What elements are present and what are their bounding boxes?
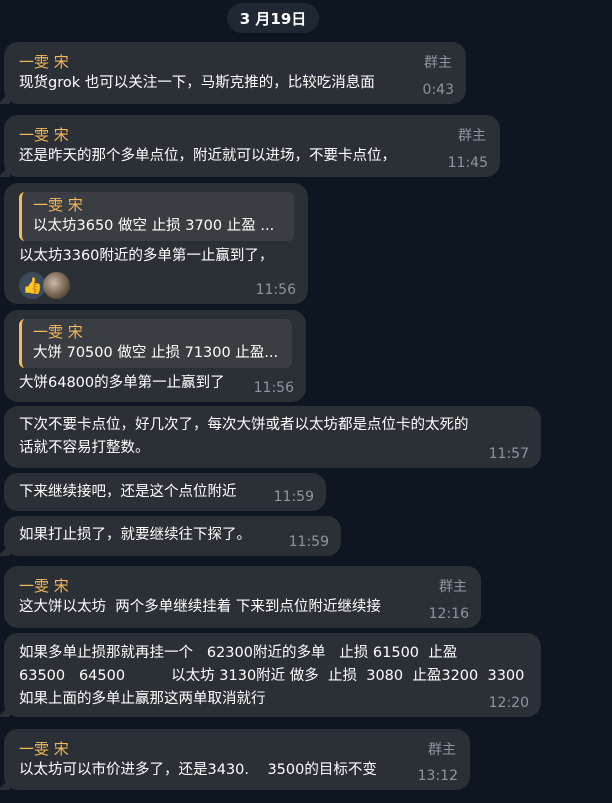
message-time: 12:20 <box>488 695 529 711</box>
message-bubble[interactable]: 如果多单止损那就再挂一个 62300附近的多单 止损 61500 止盈 6350… <box>4 633 541 717</box>
message-text: 这大饼以太坊 两个多单继续挂着 下来到点位附近继续接 <box>19 599 381 615</box>
message-time: 11:56 <box>255 282 296 298</box>
message-bubble[interactable]: 一雯 宋 大饼 70500 做空 止损 71300 止盈... 大饼64800的… <box>4 310 306 402</box>
sender-name[interactable]: 一雯 宋 <box>19 739 456 759</box>
message-bubble[interactable]: 一雯 宋 以太坊3650 做空 止损 3700 止盈 ... 以太坊3360附近… <box>4 183 308 304</box>
message-text: 还是昨天的那个多单点位，附近就可以进场，不要卡点位， <box>19 148 396 164</box>
message-bubble[interactable]: 一雯 宋 群主 以太坊可以市价进多了，还是3430. 3500的目标不变 13:… <box>4 729 470 790</box>
message-text: 现货grok 也可以关注一下，马斯克推的，比较吃消息面 <box>19 75 375 91</box>
thumbs-up-reaction-icon[interactable]: 👍 <box>19 272 46 299</box>
reply-quote[interactable]: 一雯 宋 大饼 70500 做空 止损 71300 止盈... <box>19 319 292 368</box>
admin-badge: 群主 <box>439 579 467 595</box>
message-time: 13:12 <box>417 768 458 784</box>
admin-badge: 群主 <box>428 742 456 758</box>
admin-badge: 群主 <box>458 128 486 144</box>
quote-text: 以太坊3650 做空 止损 3700 止盈 ... <box>33 218 275 234</box>
message-time: 11:45 <box>447 155 488 171</box>
reply-quote[interactable]: 一雯 宋 以太坊3650 做空 止损 3700 止盈 ... <box>19 192 294 241</box>
message-bubble[interactable]: 下来继续接吧，还是这个点位附近 11:59 <box>4 473 326 511</box>
message-time: 12:16 <box>428 606 469 622</box>
date-separator: 3 月19日 <box>227 3 319 33</box>
message-time: 11:57 <box>488 446 529 462</box>
admin-badge: 群主 <box>424 55 452 71</box>
message-text: 以太坊3360附近的多单第一止赢到了， <box>19 248 274 264</box>
message-text: 大饼64800的多单第一止赢到了 <box>19 375 225 391</box>
message-bubble[interactable]: 一雯 宋 群主 现货grok 也可以关注一下，马斯克推的，比较吃消息面 0:43 <box>4 42 466 104</box>
message-bubble[interactable]: 一雯 宋 群主 这大饼以太坊 两个多单继续挂着 下来到点位附近继续接 12:16 <box>4 566 481 628</box>
message-text: 下次不要卡点位，好几次了，每次大饼或者以太坊都是点位卡的太死的 话就不容易打整数… <box>19 417 469 456</box>
message-bubble[interactable]: 如果打止损了，就要继续往下探了。 11:59 <box>4 516 341 556</box>
message-time: 11:56 <box>253 380 294 396</box>
message-time: 11:59 <box>273 489 314 505</box>
message-time: 11:59 <box>288 534 329 550</box>
message-text: 下来继续接吧，还是这个点位附近 <box>19 484 237 500</box>
message-bubble[interactable]: 一雯 宋 群主 还是昨天的那个多单点位，附近就可以进场，不要卡点位， 11:45 <box>4 115 500 177</box>
sender-name[interactable]: 一雯 宋 <box>19 52 452 72</box>
message-bubble[interactable]: 下次不要卡点位，好几次了，每次大饼或者以太坊都是点位卡的太死的 话就不容易打整数… <box>4 406 541 468</box>
sender-name[interactable]: 一雯 宋 <box>19 125 486 145</box>
sender-name[interactable]: 一雯 宋 <box>19 576 467 596</box>
quote-text: 大饼 70500 做空 止损 71300 止盈... <box>33 345 279 361</box>
message-text: 以太坊可以市价进多了，还是3430. 3500的目标不变 <box>19 762 377 778</box>
message-text: 如果打止损了，就要继续往下探了。 <box>19 527 251 543</box>
quote-sender: 一雯 宋 <box>33 323 83 341</box>
message-text: 如果多单止损那就再挂一个 62300附近的多单 止损 61500 止盈 6350… <box>19 645 525 707</box>
message-time: 0:43 <box>422 82 454 98</box>
reactions-row: 👍 <box>19 272 294 299</box>
quote-sender: 一雯 宋 <box>33 196 83 214</box>
reactor-avatar[interactable] <box>43 272 70 299</box>
